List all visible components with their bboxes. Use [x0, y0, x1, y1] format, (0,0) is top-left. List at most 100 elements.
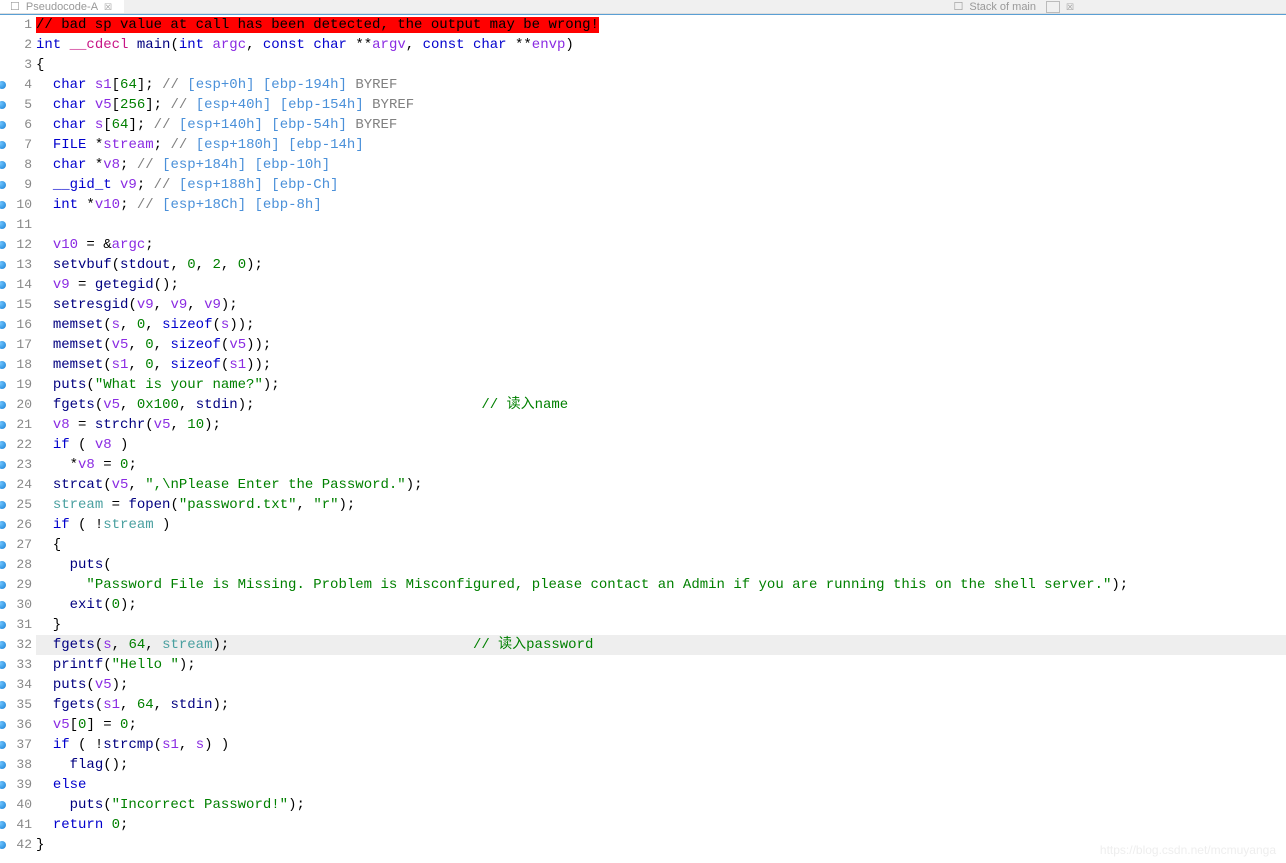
breakpoint-marker-icon[interactable] — [0, 101, 6, 109]
breakpoint-marker-icon[interactable] — [0, 161, 6, 169]
code-line[interactable]: puts("What is your name?"); — [36, 375, 1286, 395]
breakpoint-marker-icon[interactable] — [0, 701, 6, 709]
breakpoint-marker-icon[interactable] — [0, 641, 6, 649]
breakpoint-marker-icon[interactable] — [0, 501, 6, 509]
code-line[interactable]: else — [36, 775, 1286, 795]
code-line[interactable]: puts( — [36, 555, 1286, 575]
code-line[interactable]: memset(s1, 0, sizeof(s1)); — [36, 355, 1286, 375]
breakpoint-marker-icon[interactable] — [0, 801, 6, 809]
breakpoint-marker-icon[interactable] — [0, 341, 6, 349]
breakpoint-marker-icon[interactable] — [0, 661, 6, 669]
code-line[interactable]: v10 = &argc; — [36, 235, 1286, 255]
code-line[interactable]: *v8 = 0; — [36, 455, 1286, 475]
breakpoint-marker-icon[interactable] — [0, 361, 6, 369]
breakpoint-marker-icon[interactable] — [0, 521, 6, 529]
code-line[interactable]: int *v10; // [esp+18Ch] [ebp-8h] — [36, 195, 1286, 215]
breakpoint-marker-icon[interactable] — [0, 561, 6, 569]
breakpoint-marker-icon[interactable] — [0, 601, 6, 609]
code-token: { — [36, 57, 44, 73]
code-line[interactable]: puts(v5); — [36, 675, 1286, 695]
breakpoint-marker-icon[interactable] — [0, 481, 6, 489]
tab-right-icon: ☐ — [953, 0, 963, 13]
code-line[interactable]: "Password File is Missing. Problem is Mi… — [36, 575, 1286, 595]
breakpoint-marker-icon[interactable] — [0, 141, 6, 149]
code-line[interactable]: __gid_t v9; // [esp+188h] [ebp-Ch] — [36, 175, 1286, 195]
code-line[interactable]: return 0; — [36, 815, 1286, 835]
code-line[interactable]: char v5[256]; // [esp+40h] [ebp-154h] BY… — [36, 95, 1286, 115]
code-line[interactable]: setresgid(v9, v9, v9); — [36, 295, 1286, 315]
code-line[interactable]: memset(v5, 0, sizeof(v5)); — [36, 335, 1286, 355]
code-line[interactable]: if ( v8 ) — [36, 435, 1286, 455]
breakpoint-marker-icon[interactable] — [0, 301, 6, 309]
breakpoint-marker-icon[interactable] — [0, 421, 6, 429]
code-line[interactable]: } — [36, 615, 1286, 635]
code-token: FILE — [53, 137, 87, 153]
breakpoint-marker-icon[interactable] — [0, 621, 6, 629]
code-line[interactable]: strcat(v5, ",\nPlease Enter the Password… — [36, 475, 1286, 495]
breakpoint-marker-icon[interactable] — [0, 401, 6, 409]
code-line[interactable]: stream = fopen("password.txt", "r"); — [36, 495, 1286, 515]
code-line[interactable]: int __cdecl main(int argc, const char **… — [36, 35, 1286, 55]
code-line[interactable]: v5[0] = 0; — [36, 715, 1286, 735]
code-line[interactable]: char *v8; // [esp+184h] [ebp-10h] — [36, 155, 1286, 175]
code-token: 10 — [187, 417, 204, 433]
breakpoint-marker-icon[interactable] — [0, 241, 6, 249]
breakpoint-marker-icon[interactable] — [0, 681, 6, 689]
code-line[interactable]: puts("Incorrect Password!"); — [36, 795, 1286, 815]
code-token: v5 — [95, 97, 112, 113]
code-line[interactable] — [36, 215, 1286, 235]
code-line[interactable]: if ( !strcmp(s1, s) ) — [36, 735, 1286, 755]
code-token — [36, 677, 53, 693]
code-line[interactable]: char s1[64]; // [esp+0h] [ebp-194h] BYRE… — [36, 75, 1286, 95]
breakpoint-marker-icon[interactable] — [0, 381, 6, 389]
breakpoint-marker-icon[interactable] — [0, 441, 6, 449]
breakpoint-marker-icon[interactable] — [0, 841, 6, 849]
breakpoint-marker-icon[interactable] — [0, 741, 6, 749]
code-line[interactable]: flag(); — [36, 755, 1286, 775]
code-line[interactable]: v9 = getegid(); — [36, 275, 1286, 295]
breakpoint-marker-icon[interactable] — [0, 261, 6, 269]
breakpoint-marker-icon[interactable] — [0, 81, 6, 89]
line-number: 19 — [0, 375, 32, 395]
breakpoint-marker-icon[interactable] — [0, 201, 6, 209]
code-line[interactable]: v8 = strchr(v5, 10); — [36, 415, 1286, 435]
code-line[interactable]: fgets(s1, 64, stdin); — [36, 695, 1286, 715]
code-token: 2 — [212, 257, 220, 273]
code-token: int — [179, 37, 204, 53]
code-token: "password.txt" — [179, 497, 297, 513]
tab-pseudocode[interactable]: ☐ Pseudocode-A ☒ — [0, 0, 124, 13]
breakpoint-marker-icon[interactable] — [0, 821, 6, 829]
line-number: 38 — [0, 755, 32, 775]
code-line[interactable]: memset(s, 0, sizeof(s)); — [36, 315, 1286, 335]
code-line[interactable]: { — [36, 55, 1286, 75]
breakpoint-marker-icon[interactable] — [0, 781, 6, 789]
restore-icon[interactable] — [1046, 1, 1060, 13]
tab-stack[interactable]: ☐ Stack of main ☒ — [943, 0, 1086, 13]
code-line[interactable]: FILE *stream; // [esp+180h] [ebp-14h] — [36, 135, 1286, 155]
close-icon[interactable]: ☒ — [1066, 2, 1076, 12]
code-token: ]; — [137, 77, 162, 93]
code-area[interactable]: // bad sp value at call has been detecte… — [34, 15, 1286, 863]
breakpoint-marker-icon[interactable] — [0, 581, 6, 589]
breakpoint-marker-icon[interactable] — [0, 461, 6, 469]
breakpoint-marker-icon[interactable] — [0, 281, 6, 289]
breakpoint-marker-icon[interactable] — [0, 541, 6, 549]
breakpoint-marker-icon[interactable] — [0, 321, 6, 329]
breakpoint-marker-icon[interactable] — [0, 221, 6, 229]
code-line[interactable]: if ( !stream ) — [36, 515, 1286, 535]
code-line[interactable]: setvbuf(stdout, 0, 2, 0); — [36, 255, 1286, 275]
breakpoint-marker-icon[interactable] — [0, 181, 6, 189]
close-icon[interactable]: ☒ — [104, 2, 114, 12]
code-line[interactable]: printf("Hello "); — [36, 655, 1286, 675]
code-editor[interactable]: 1234567891011121314151617181920212223242… — [0, 15, 1286, 863]
code-line[interactable]: } — [36, 835, 1286, 855]
code-line[interactable]: fgets(s, 64, stream); // 读入password — [36, 635, 1286, 655]
code-line[interactable]: exit(0); — [36, 595, 1286, 615]
breakpoint-marker-icon[interactable] — [0, 121, 6, 129]
code-line[interactable]: fgets(v5, 0x100, stdin); // 读入name — [36, 395, 1286, 415]
code-line[interactable]: // bad sp value at call has been detecte… — [36, 15, 1286, 35]
code-line[interactable]: { — [36, 535, 1286, 555]
code-line[interactable]: char s[64]; // [esp+140h] [ebp-54h] BYRE… — [36, 115, 1286, 135]
breakpoint-marker-icon[interactable] — [0, 761, 6, 769]
breakpoint-marker-icon[interactable] — [0, 721, 6, 729]
